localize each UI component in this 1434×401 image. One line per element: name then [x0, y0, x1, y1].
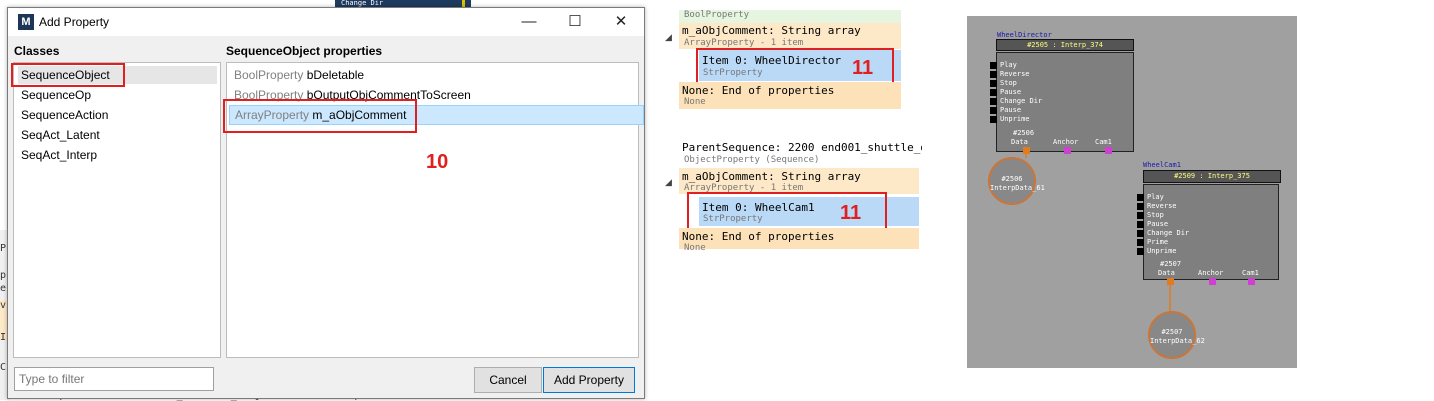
maximize-button[interactable]: ☐: [552, 8, 598, 36]
collapse-arrow-icon[interactable]: ◢: [665, 32, 672, 43]
class-item-sequenceaction[interactable]: SequenceAction: [18, 106, 217, 124]
link-connector[interactable]: [1209, 278, 1216, 285]
panel1-end-sub: None: [684, 97, 706, 107]
node-input[interactable]: Change Dir: [989, 97, 1042, 106]
interpdata-variable[interactable]: #2507 InterpData_62: [1148, 311, 1205, 359]
node-input[interactable]: Pause: [989, 88, 1021, 97]
node-input[interactable]: Prime: [1136, 238, 1168, 247]
node-input[interactable]: Unprime: [1137, 247, 1177, 256]
annotation-number: 11: [852, 57, 874, 79]
property-item[interactable]: BoolProperty bDeletable: [229, 66, 642, 84]
node-input[interactable]: Pause: [989, 106, 1021, 115]
link-connector[interactable]: [1248, 278, 1255, 285]
var-id-label: #2507: [1160, 260, 1182, 268]
dialog-titlebar[interactable]: M Add Property — ☐ ✕: [8, 8, 644, 36]
sequence-graph[interactable]: WheelDirector #2505 : Interp_374 Play Re…: [967, 16, 1297, 368]
annotation-number: 11: [840, 202, 862, 224]
node-header[interactable]: #2505 : Interp_374: [996, 39, 1134, 51]
panel2-parent-row[interactable]: ParentSequence: 2200 end001_shuttle_d Ob…: [679, 139, 922, 167]
collapse-arrow-icon[interactable]: ◢: [665, 177, 672, 188]
annotation-number: 10: [426, 151, 449, 173]
node-input[interactable]: Unprime: [990, 115, 1030, 124]
dialog-title: Add Property: [39, 15, 110, 29]
panel2-end-row: None: End of properties None: [679, 228, 919, 251]
link-label-anchor: Anchor: [1198, 269, 1224, 277]
link-label-data: Data: [1158, 269, 1175, 277]
node-comment: WheelCam1: [1143, 161, 1181, 169]
panel1-end-name: None: End of properties: [682, 84, 835, 97]
node-comment: WheelDirector: [997, 31, 1052, 39]
panel1-array-row[interactable]: m_aObjComment: String array ArrayPropert…: [679, 23, 901, 49]
background-text: p: [0, 270, 7, 281]
link-connector[interactable]: [1064, 147, 1071, 154]
class-item-seqact-latent[interactable]: SeqAct_Latent: [18, 126, 217, 144]
background-text: C: [0, 362, 7, 373]
highlight-box: [223, 99, 417, 133]
link-connector[interactable]: [1105, 147, 1112, 154]
var-name: InterpData_62: [1150, 337, 1205, 345]
node-input[interactable]: Stop: [1137, 211, 1164, 220]
add-property-dialog: M Add Property — ☐ ✕ Classes SequenceObj…: [7, 7, 645, 399]
var-name: InterpData_61: [990, 184, 1045, 192]
panel1-array-name: m_aObjComment: String array: [682, 24, 861, 37]
cancel-button[interactable]: Cancel: [474, 367, 542, 393]
var-id: #2506: [1001, 175, 1023, 183]
filter-input[interactable]: Type to filter: [14, 367, 214, 391]
highlight-box: [11, 63, 125, 87]
panel1-array-sub: ArrayProperty - 1 item: [684, 38, 804, 48]
link-label-cam1: Cam1: [1242, 269, 1259, 277]
panel2-end-name: None: End of properties: [682, 230, 835, 243]
class-item-seqact-interp[interactable]: SeqAct_Interp: [18, 146, 217, 164]
background-text: v: [0, 300, 7, 311]
classes-list[interactable]: SequenceObject SequenceOp SequenceAction…: [13, 62, 221, 358]
link-label-data: Data: [1011, 138, 1028, 146]
node-input[interactable]: Play: [990, 61, 1017, 70]
var-id-label: #2506: [1013, 129, 1035, 137]
var-id: #2507: [1161, 328, 1183, 336]
minimize-button[interactable]: —: [506, 8, 552, 36]
panel1-end-row: None: End of properties None: [679, 82, 901, 109]
panel2-array-name: m_aObjComment: String array: [682, 170, 861, 183]
property-type: BoolProperty: [234, 68, 304, 82]
node-input[interactable]: Reverse: [1137, 202, 1177, 211]
interp-node[interactable]: Play Reverse Stop Pause Change Dir Prime…: [1136, 184, 1279, 280]
interpdata-variable[interactable]: #2506 InterpData_61: [988, 157, 1045, 205]
panel2-array-row[interactable]: m_aObjComment: String array ArrayPropert…: [679, 168, 919, 194]
app-logo-icon: M: [18, 14, 34, 30]
classes-header: Classes: [14, 44, 60, 58]
panel2-parent-sub: ObjectProperty (Sequence): [684, 155, 820, 165]
background-text: I: [0, 332, 7, 343]
link-connector[interactable]: [1167, 278, 1174, 285]
property-name: bDeletable: [306, 68, 365, 82]
panel2-end-sub: None: [684, 243, 706, 251]
node-input[interactable]: Reverse: [990, 70, 1030, 79]
link-connector[interactable]: [1023, 147, 1030, 154]
panel2-parent-name: ParentSequence: 2200 end001_shuttle_d: [682, 141, 922, 154]
class-item-sequenceop[interactable]: SequenceOp: [18, 86, 217, 104]
panel1-header-row: BoolProperty: [679, 10, 901, 23]
add-property-button[interactable]: Add Property: [543, 367, 635, 393]
background-text: P: [0, 243, 7, 254]
panel1-header-type: BoolProperty: [684, 10, 750, 20]
link-label-anchor: Anchor: [1053, 138, 1079, 146]
properties-header: SequenceObject properties: [226, 44, 383, 58]
link-label-cam1: Cam1: [1095, 138, 1112, 146]
close-button[interactable]: ✕: [598, 8, 644, 36]
node-input[interactable]: Stop: [990, 79, 1017, 88]
node-input[interactable]: Pause: [1136, 220, 1168, 229]
node-input[interactable]: Play: [1137, 193, 1164, 202]
background-node-label: Change Dir: [335, 0, 471, 7]
node-input[interactable]: Change Dir: [1136, 229, 1189, 238]
interp-node[interactable]: Play Reverse Stop Pause Change Dir Pause…: [989, 52, 1134, 152]
node-header[interactable]: #2509 : Interp_375: [1143, 170, 1281, 183]
